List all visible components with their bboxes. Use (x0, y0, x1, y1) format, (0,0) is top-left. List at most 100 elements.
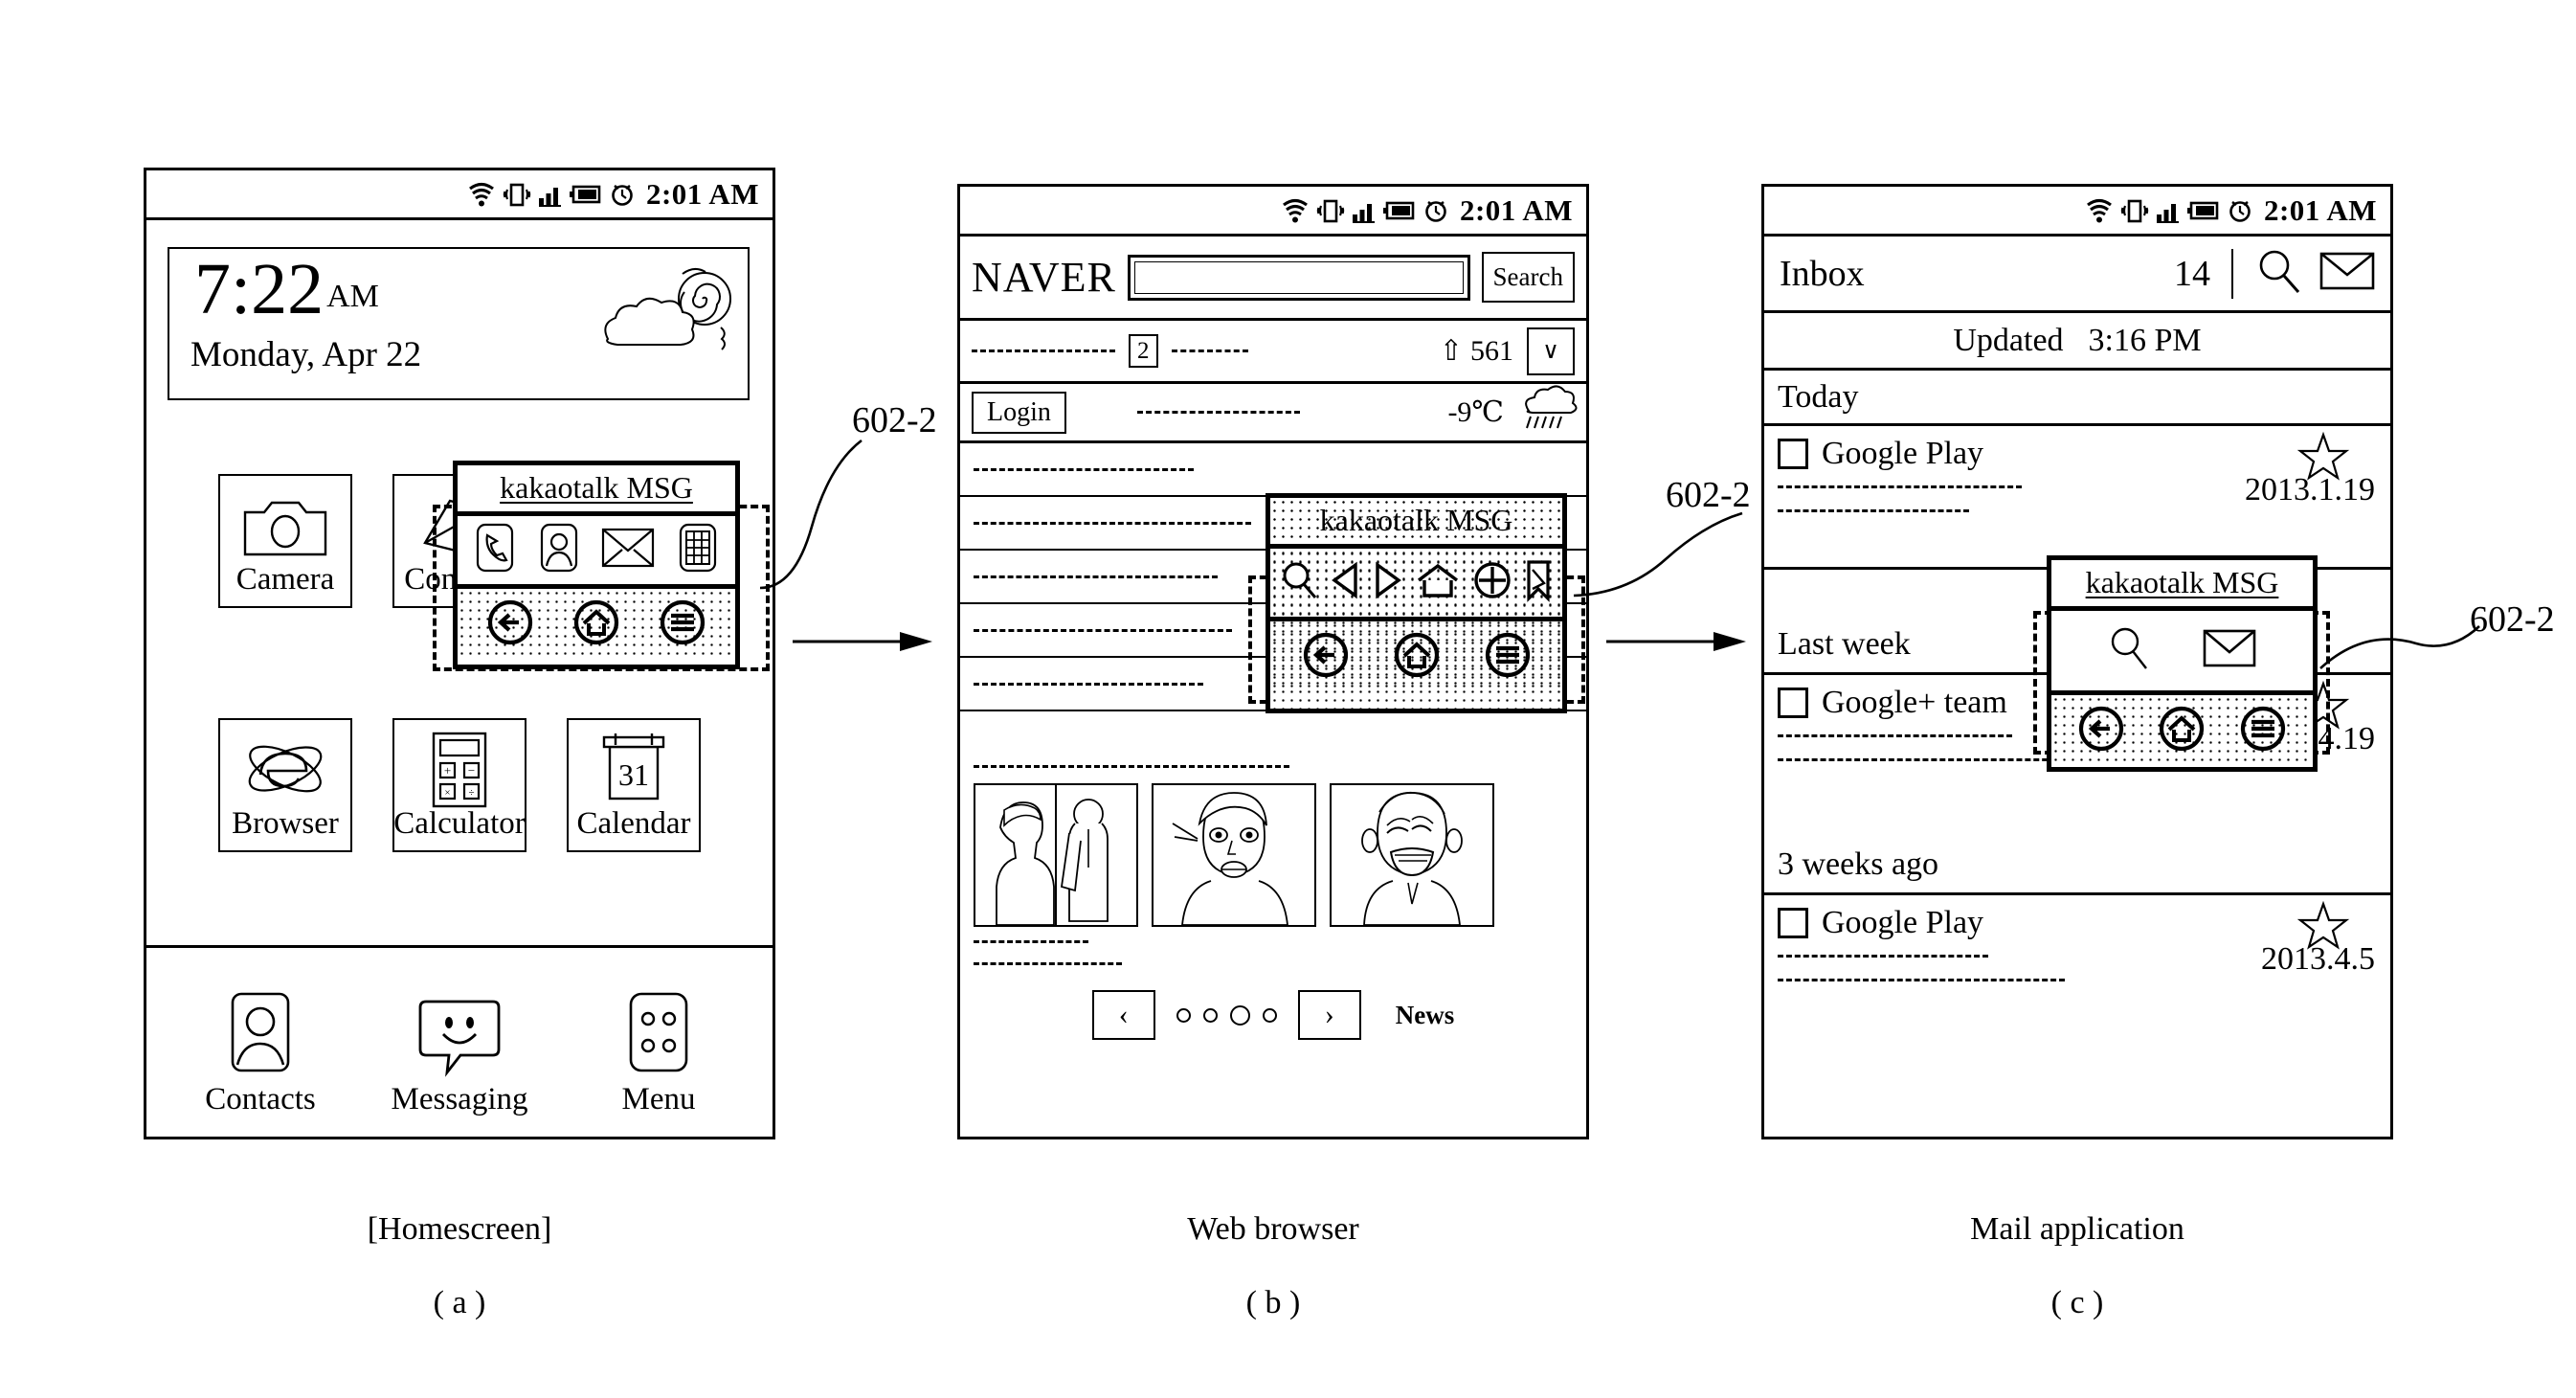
envelope-icon[interactable] (601, 526, 655, 575)
news-label: News (1395, 1000, 1455, 1029)
person-card-icon (225, 988, 296, 1076)
browser-tab-bar: 2 ⇧ 561 ∨ (960, 321, 1586, 384)
search-input[interactable] (1127, 254, 1470, 301)
status-bar: 2:01 AM (146, 170, 773, 220)
overlay-navbar (2051, 690, 2313, 767)
alarm-clock-icon (2229, 200, 2251, 222)
caption-b: Web browser ( b ) (1101, 1211, 1445, 1321)
right-triangle-icon[interactable] (1372, 559, 1404, 606)
mail-preview-dash (1778, 758, 2065, 761)
signal-bars-icon (1352, 203, 1375, 223)
dock-menu[interactable]: Menu (587, 988, 730, 1116)
alarm-clock-icon (1425, 200, 1446, 222)
app-camera[interactable]: Camera (218, 474, 352, 608)
mail-preview-dash (1778, 979, 2065, 981)
flow-arrow-a-to-b (793, 632, 932, 651)
home-circle-icon[interactable] (572, 598, 620, 651)
updated-label: Updated (1953, 322, 2064, 358)
dock-label: Menu (621, 1082, 696, 1116)
kakaotalk-overlay-mail[interactable]: kakaotalk MSG (2047, 555, 2318, 772)
dock-messaging[interactable]: Messaging (388, 988, 531, 1116)
mail-list-item[interactable]: Google Play 2013.1.19 (1764, 426, 2390, 570)
home-circle-icon[interactable] (1393, 631, 1441, 684)
mail-date: 2013.1.19 (2245, 472, 2375, 507)
photo-laughing-man-icon[interactable] (1330, 783, 1494, 927)
homescreen-dock: Contacts Messaging Menu (146, 948, 773, 1116)
back-circle-icon[interactable] (486, 598, 534, 651)
photo-surprised-woman-icon[interactable] (1152, 783, 1316, 927)
menu-circle-icon[interactable] (2239, 705, 2287, 757)
home-icon[interactable] (1415, 559, 1461, 606)
dock-contacts[interactable]: Contacts (189, 988, 332, 1116)
pager-dot[interactable] (1176, 1007, 1191, 1023)
mail-checkbox[interactable] (1778, 439, 1808, 469)
app-browser[interactable]: Browser (218, 718, 352, 852)
caption-c: Mail application ( c ) (1905, 1211, 2250, 1321)
home-circle-icon[interactable] (2158, 705, 2206, 757)
mail-preview-dash (1778, 734, 2012, 737)
dock-label: Messaging (391, 1082, 528, 1116)
envelope-icon[interactable] (2202, 626, 2257, 675)
mail-list-item[interactable]: Google Play 2013.4.5 (1764, 895, 2390, 1077)
app-calculator[interactable]: + − × ÷ Calculator (392, 718, 526, 852)
phone-icon[interactable] (474, 522, 516, 578)
app-calendar[interactable]: 31 Calendar (567, 718, 701, 852)
overlay-navbar (458, 584, 735, 661)
mail-preview-dash (1778, 485, 2022, 488)
svg-text:31: 31 (618, 757, 649, 792)
alarm-clock-icon (612, 184, 633, 206)
app-label: Calculator (393, 806, 526, 841)
reference-label-602-2-c: 602-2 (2470, 599, 2555, 640)
keypad-grid-icon[interactable] (677, 522, 719, 578)
magnifier-icon[interactable] (2254, 246, 2304, 301)
browser-login-bar: Login -9℃ (960, 384, 1586, 443)
sun-behind-cloud-icon (579, 257, 742, 386)
photo-two-men-icon[interactable] (974, 783, 1138, 927)
plus-circle-icon[interactable] (1471, 559, 1513, 606)
kakaotalk-overlay-homescreen[interactable]: kakaotalk MSG (453, 461, 740, 669)
search-button[interactable]: Search (1481, 252, 1575, 303)
caption-c-title: Mail application (1970, 1211, 2184, 1247)
menu-circle-icon[interactable] (659, 598, 706, 651)
overlay-title: kakaotalk MSG (2051, 560, 2313, 611)
person-icon[interactable] (538, 522, 580, 578)
back-circle-icon[interactable] (1302, 631, 1350, 684)
pager-prev-button[interactable]: ‹ (1091, 990, 1155, 1040)
overlay-title: kakaotalk MSG (458, 465, 735, 516)
rain-cloud-icon (1517, 385, 1578, 437)
battery-icon (2186, 201, 2219, 219)
content-row[interactable] (960, 443, 1586, 497)
left-triangle-icon[interactable] (1329, 559, 1361, 606)
back-circle-icon[interactable] (2077, 705, 2125, 757)
bookmark-icon[interactable] (1524, 558, 1553, 607)
tab-count-badge[interactable]: 2 (1129, 334, 1158, 368)
calendar-31-icon: 31 (593, 728, 675, 812)
pager-dots (1176, 1004, 1277, 1026)
pager-next-button[interactable]: › (1297, 990, 1361, 1040)
mail-checkbox[interactable] (1778, 908, 1808, 938)
kakaotalk-overlay-browser[interactable]: kakaotalk MSG (1266, 493, 1567, 713)
magnifier-icon[interactable] (2107, 624, 2153, 677)
caption-b-title: Web browser (1187, 1211, 1359, 1247)
menu-circle-icon[interactable] (1484, 631, 1532, 684)
pager-dot-active[interactable] (1229, 1004, 1250, 1026)
caption-c-sub: ( c ) (2050, 1285, 2104, 1321)
mail-checkbox[interactable] (1778, 688, 1808, 718)
widget-ampm: AM (326, 279, 379, 314)
four-dots-grid-icon (623, 988, 694, 1076)
overlay-icon-row (1270, 549, 1562, 617)
calculator-icon: + − × ÷ (422, 728, 497, 812)
envelope-icon[interactable] (2319, 249, 2375, 298)
pager-dot[interactable] (1202, 1007, 1218, 1023)
reference-label-602-2-a: 602-2 (852, 400, 937, 440)
updated-time: 3:16 PM (2088, 322, 2202, 358)
magnifier-icon[interactable] (1280, 559, 1318, 606)
mail-sender: Google+ team (1822, 685, 2007, 720)
clock-weather-widget[interactable]: 7:22AM Monday, Apr 22 (168, 247, 750, 400)
pager-dot[interactable] (1262, 1007, 1277, 1023)
news-thumbnail-row (960, 768, 1586, 927)
page-title: Inbox (1780, 253, 1865, 294)
chevron-down-icon[interactable]: ∨ (1527, 327, 1575, 375)
internet-explorer-e-icon (239, 728, 331, 812)
placeholder-dash (1136, 411, 1300, 414)
